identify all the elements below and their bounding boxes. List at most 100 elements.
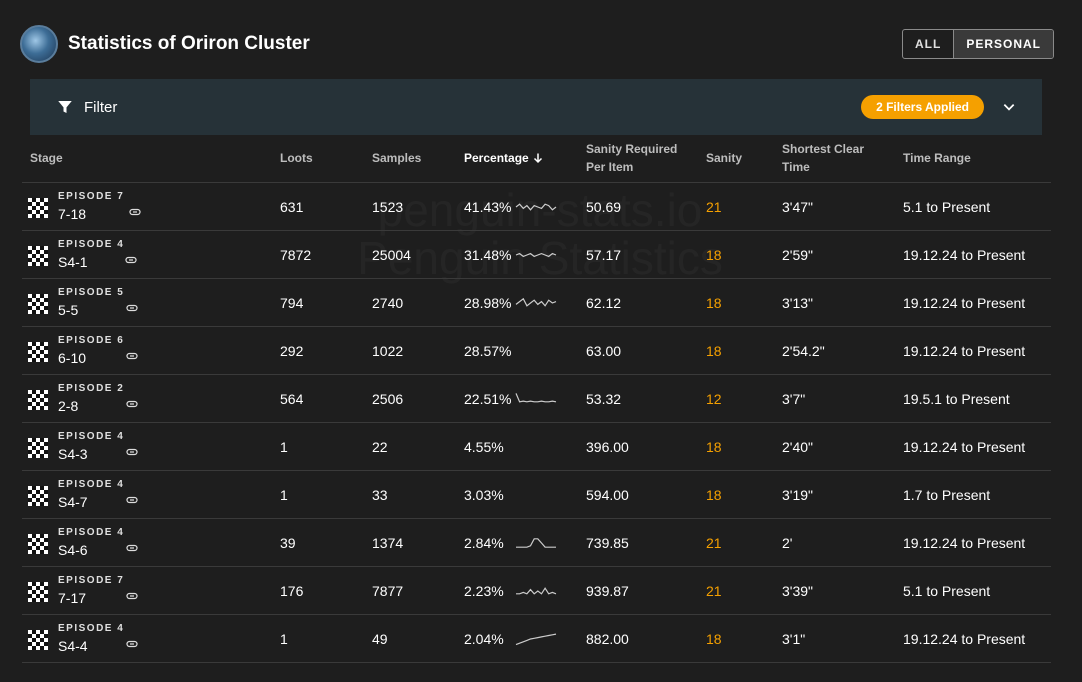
sanity-per-item-cell: 62.12 bbox=[586, 295, 622, 311]
stage-code[interactable]: S4-6 bbox=[58, 542, 88, 558]
link-icon[interactable] bbox=[126, 304, 138, 312]
sanity-per-item-cell: 63.00 bbox=[586, 343, 622, 359]
sanity-per-item-cell: 594.00 bbox=[586, 487, 629, 503]
link-icon[interactable] bbox=[126, 400, 138, 408]
loots-cell: 176 bbox=[280, 583, 304, 599]
time-range-cell: 19.12.24 to Present bbox=[903, 535, 1026, 551]
stage-code[interactable]: 7-18 bbox=[58, 206, 86, 222]
trend-sparkline bbox=[516, 538, 556, 548]
zone-label: EPISODE 4 bbox=[58, 527, 125, 538]
link-icon[interactable] bbox=[126, 592, 138, 600]
column-percentage[interactable]: Percentage bbox=[464, 149, 544, 167]
stage-code[interactable]: 6-10 bbox=[58, 350, 86, 366]
zone-label: EPISODE 4 bbox=[58, 479, 125, 490]
stage-code[interactable]: 2-8 bbox=[58, 398, 78, 414]
column-sanity-per-item-line1: Sanity Required bbox=[586, 142, 678, 156]
column-shortest-clear-line2: Time bbox=[782, 160, 810, 174]
site-logo[interactable] bbox=[20, 25, 58, 63]
sparkline-path bbox=[515, 252, 557, 258]
toggle-all-button[interactable]: ALL bbox=[903, 30, 953, 58]
filter-bar[interactable]: Filter 2 Filters Applied bbox=[30, 79, 1042, 135]
stage-icon bbox=[28, 534, 48, 554]
sanity-cell: 18 bbox=[706, 295, 722, 311]
table-row[interactable]: EPISODE 7 7-17 176 7877 2.23% 939.87 21 3'39" 5.… bbox=[22, 567, 1051, 615]
funnel-icon bbox=[58, 101, 72, 113]
toggle-personal-button[interactable]: PERSONAL bbox=[953, 30, 1053, 58]
stage-code[interactable]: S4-3 bbox=[58, 446, 88, 462]
sparkline-path bbox=[515, 297, 557, 307]
loots-cell: 794 bbox=[280, 295, 304, 311]
time-range-cell: 5.1 to Present bbox=[903, 583, 991, 599]
clear-time-cell: 2'40" bbox=[782, 439, 814, 455]
table-row[interactable]: EPISODE 7 7-18 631 1523 41.43% 50.69 21 3'47" 5.… bbox=[22, 183, 1051, 231]
link-icon[interactable] bbox=[129, 208, 141, 216]
stage-icon bbox=[28, 198, 48, 218]
zone-label: EPISODE 7 bbox=[58, 575, 125, 586]
clear-time-cell: 2' bbox=[782, 535, 793, 551]
sparkline-path bbox=[515, 393, 557, 403]
table-row[interactable]: EPISODE 6 6-10 292 1022 28.57% 63.00 18 2'54.2"… bbox=[22, 327, 1051, 375]
table-row[interactable]: EPISODE 4 S4-1 7872 25004 31.48% 57.17 18 2'59"… bbox=[22, 231, 1051, 279]
time-range-cell: 5.1 to Present bbox=[903, 199, 991, 215]
stage-code[interactable]: S4-1 bbox=[58, 254, 88, 270]
page-title: Statistics of Oriron Cluster bbox=[68, 33, 310, 54]
stage-icon bbox=[28, 582, 48, 602]
percentage-cell: 2.23% bbox=[464, 583, 504, 599]
samples-cell: 49 bbox=[372, 631, 388, 647]
table-row[interactable]: EPISODE 2 2-8 564 2506 22.51% 53.32 12 3'7" 19.5… bbox=[22, 375, 1051, 423]
column-stage[interactable]: Stage bbox=[30, 149, 63, 167]
column-loots[interactable]: Loots bbox=[280, 149, 313, 167]
table-row[interactable]: EPISODE 4 S4-4 1 49 2.04% 882.00 18 3'1" 19.12.2… bbox=[22, 615, 1051, 663]
stage-icon bbox=[28, 342, 48, 362]
stage-code[interactable]: 5-5 bbox=[58, 302, 78, 318]
stage-code[interactable]: S4-7 bbox=[58, 494, 88, 510]
filter-label: Filter bbox=[84, 98, 118, 116]
zone-label: EPISODE 4 bbox=[58, 239, 125, 250]
link-icon[interactable] bbox=[126, 544, 138, 552]
sanity-cell: 12 bbox=[706, 391, 722, 407]
stage-code[interactable]: 7-17 bbox=[58, 590, 86, 606]
sanity-cell: 18 bbox=[706, 487, 722, 503]
scope-toggle: ALL PERSONAL bbox=[901, 29, 1054, 59]
table-row[interactable]: EPISODE 5 5-5 794 2740 28.98% 62.12 18 3'13" 19.… bbox=[22, 279, 1051, 327]
column-shortest-clear[interactable]: Shortest Clear Time bbox=[782, 140, 864, 176]
time-range-cell: 19.12.24 to Present bbox=[903, 247, 1026, 263]
table-row[interactable]: EPISODE 4 S4-3 1 22 4.55% 396.00 18 2'40" 19.12.… bbox=[22, 423, 1051, 471]
trend-sparkline bbox=[516, 587, 557, 595]
column-sanity[interactable]: Sanity bbox=[706, 149, 742, 167]
trend-sparkline bbox=[515, 343, 557, 359]
loots-cell: 292 bbox=[280, 343, 304, 359]
table-row[interactable]: EPISODE 4 S4-6 39 1374 2.84% 739.85 21 2' 19.12.… bbox=[22, 519, 1051, 567]
loots-cell: 1 bbox=[280, 631, 288, 647]
percentage-cell: 22.51% bbox=[464, 391, 512, 407]
table-row[interactable]: EPISODE 4 S4-7 1 33 3.03% 594.00 18 3'19" 1.7 to… bbox=[22, 471, 1051, 519]
link-icon[interactable] bbox=[126, 496, 138, 504]
column-shortest-clear-line1: Shortest Clear bbox=[782, 142, 865, 156]
clear-time-cell: 3'19" bbox=[782, 487, 814, 503]
time-range-cell: 19.12.24 to Present bbox=[903, 631, 1026, 647]
zone-label: EPISODE 4 bbox=[58, 623, 125, 634]
clear-time-cell: 2'59" bbox=[782, 247, 814, 263]
stage-icon bbox=[28, 630, 48, 650]
link-icon[interactable] bbox=[125, 256, 137, 264]
zone-label: EPISODE 2 bbox=[58, 383, 125, 394]
column-time-range[interactable]: Time Range bbox=[903, 149, 971, 167]
stage-icon bbox=[28, 294, 48, 314]
clear-time-cell: 3'47" bbox=[782, 199, 814, 215]
sanity-cell: 18 bbox=[706, 439, 722, 455]
chevron-down-icon[interactable] bbox=[1002, 100, 1016, 114]
link-icon[interactable] bbox=[126, 448, 138, 456]
column-sanity-per-item[interactable]: Sanity Required Per Item bbox=[586, 140, 677, 176]
clear-time-cell: 3'7" bbox=[782, 391, 806, 407]
stage-code[interactable]: S4-4 bbox=[58, 638, 88, 654]
trend-sparkline bbox=[515, 297, 557, 307]
table-body: EPISODE 7 7-18 631 1523 41.43% 50.69 21 3'47" 5.… bbox=[22, 183, 1051, 663]
sparkline-path bbox=[516, 587, 557, 595]
loots-cell: 631 bbox=[280, 199, 304, 215]
link-icon[interactable] bbox=[126, 352, 138, 360]
samples-cell: 33 bbox=[372, 487, 388, 503]
column-samples[interactable]: Samples bbox=[372, 149, 421, 167]
samples-cell: 1022 bbox=[372, 343, 404, 359]
samples-cell: 1523 bbox=[372, 199, 404, 215]
link-icon[interactable] bbox=[126, 640, 138, 648]
